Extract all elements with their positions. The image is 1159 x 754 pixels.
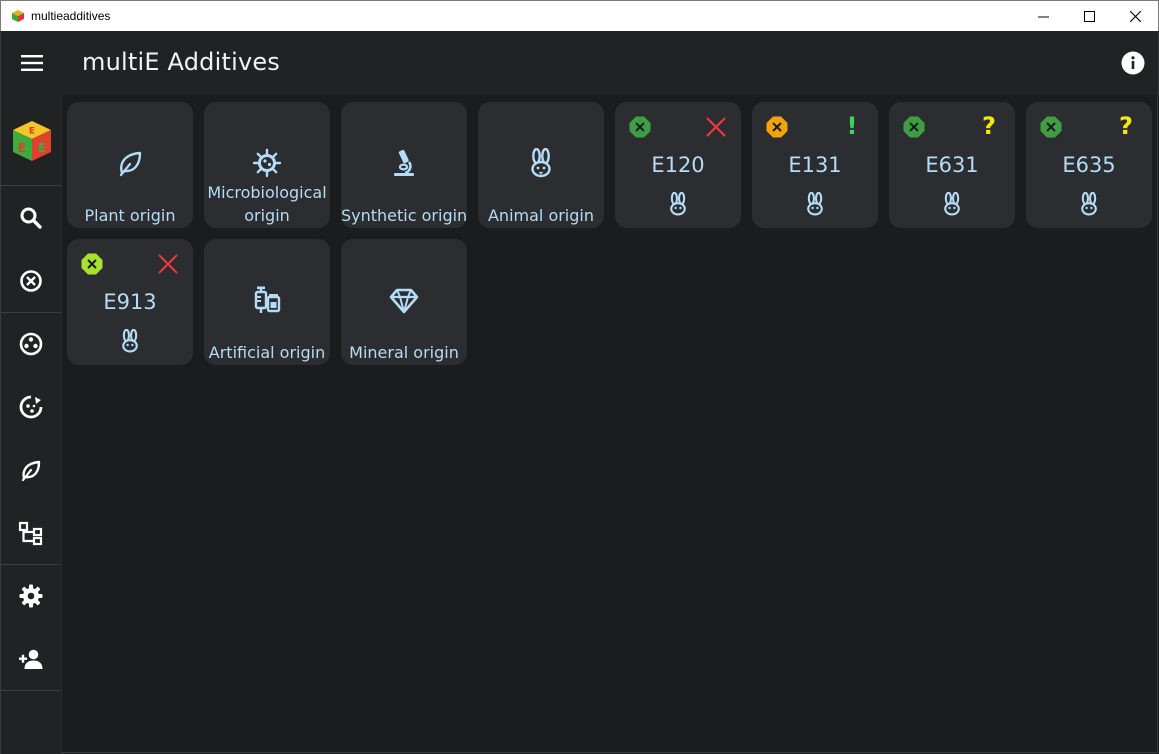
app-cube-icon <box>12 10 24 22</box>
leaf-icon <box>119 151 142 177</box>
sitemap-icon <box>18 521 43 546</box>
tile-additive-e120[interactable]: E120 <box>615 102 741 228</box>
status-octagon-green-icon <box>1040 116 1062 138</box>
content-area: Plant origin Microbiological origin Synt… <box>62 95 1158 753</box>
tile-label: Synthetic origin <box>341 206 468 225</box>
palette-icon <box>19 332 43 356</box>
tile-label: Artificial origin <box>208 343 326 362</box>
diamond-icon <box>389 288 419 314</box>
additive-code: E635 <box>1062 153 1116 177</box>
additive-code: E631 <box>925 153 979 177</box>
sidebar-divider <box>1 564 61 565</box>
tile-additive-e913[interactable]: E913 <box>67 239 193 365</box>
rabbit-icon <box>807 192 823 216</box>
recycle-cookie-icon <box>19 395 43 419</box>
add-user-icon <box>19 649 43 669</box>
close-button[interactable] <box>1112 1 1158 31</box>
exclamation-mark: ! <box>846 112 858 140</box>
rabbit-icon <box>1081 192 1097 216</box>
microscope-icon <box>394 149 414 176</box>
tile-synthetic-origin[interactable]: Synthetic origin <box>341 102 467 228</box>
sidebar-item-settings[interactable] <box>1 574 61 618</box>
tile-label: Mineral origin <box>349 343 459 362</box>
tile-label: Plant origin <box>84 206 176 225</box>
tile-label-line-2: origin <box>244 206 290 225</box>
sidebar-item-plant[interactable] <box>1 448 61 492</box>
sidebar-item-categories[interactable] <box>1 511 61 555</box>
additive-code: E120 <box>651 153 705 177</box>
hamburger-menu-icon <box>21 55 43 71</box>
maximize-icon <box>1083 10 1095 22</box>
virus-icon <box>252 148 282 178</box>
tile-label: Animal origin <box>487 206 594 225</box>
sidebar-divider <box>1 690 61 691</box>
sidebar-item-search[interactable] <box>1 196 61 240</box>
tile-additive-e131[interactable]: ! E131 <box>752 102 878 228</box>
tile-artificial-origin[interactable]: Artificial origin <box>204 239 330 365</box>
rabbit-icon <box>122 329 138 353</box>
tile-additive-e631[interactable]: ? E631 <box>889 102 1015 228</box>
svg-text:E: E <box>29 127 35 137</box>
cross-mark-icon <box>158 254 178 274</box>
svg-text:E: E <box>38 141 46 155</box>
cross-mark-icon <box>706 117 726 137</box>
syringe-vials-icon <box>254 286 281 313</box>
sidebar: E E E <box>0 95 62 754</box>
tile-label-line-1: Microbiological <box>207 183 327 202</box>
sidebar-item-colors[interactable] <box>1 322 61 366</box>
leaf-icon <box>21 460 41 482</box>
info-icon[interactable] <box>1121 51 1145 75</box>
rabbit-icon <box>670 192 686 216</box>
multie-cube-logo: E E E <box>13 121 51 161</box>
menu-button[interactable] <box>15 49 49 77</box>
sidebar-divider <box>1 185 61 186</box>
window-titlebar: multieadditives <box>0 0 1159 31</box>
tile-microbiological-origin[interactable]: Microbiological origin <box>204 102 330 228</box>
rabbit-icon <box>531 148 551 178</box>
additive-code: E131 <box>788 153 842 177</box>
maximize-button[interactable] <box>1066 1 1112 31</box>
question-mark: ? <box>982 112 996 140</box>
svg-text:E: E <box>18 141 26 155</box>
status-octagon-green-icon <box>903 116 925 138</box>
sidebar-item-add-user[interactable] <box>1 637 61 681</box>
tile-mineral-origin[interactable]: Mineral origin <box>341 239 467 365</box>
status-octagon-orange-icon <box>766 116 788 138</box>
circle-x-icon <box>20 270 42 292</box>
minimize-icon <box>1037 16 1049 17</box>
gear-icon <box>19 584 43 608</box>
question-mark: ? <box>1119 112 1133 140</box>
page-title: multiE Additives <box>82 48 281 76</box>
status-octagon-lime-icon <box>81 253 103 275</box>
sidebar-item-excluded[interactable] <box>1 259 61 303</box>
sidebar-item-preservatives[interactable] <box>1 385 61 429</box>
tile-additive-e635[interactable]: ? E635 <box>1026 102 1152 228</box>
minimize-button[interactable] <box>1020 1 1066 31</box>
close-icon <box>1129 10 1141 22</box>
status-octagon-green-icon <box>629 116 651 138</box>
rabbit-icon <box>944 192 960 216</box>
additive-code: E913 <box>103 290 157 314</box>
tile-animal-origin[interactable]: Animal origin <box>478 102 604 228</box>
tile-plant-origin[interactable]: Plant origin <box>67 102 193 228</box>
search-icon <box>20 207 42 229</box>
window-title: multieadditives <box>31 9 111 23</box>
app-header: multiE Additives <box>0 31 1159 95</box>
window-controls <box>1020 1 1158 31</box>
sidebar-divider <box>1 312 61 313</box>
